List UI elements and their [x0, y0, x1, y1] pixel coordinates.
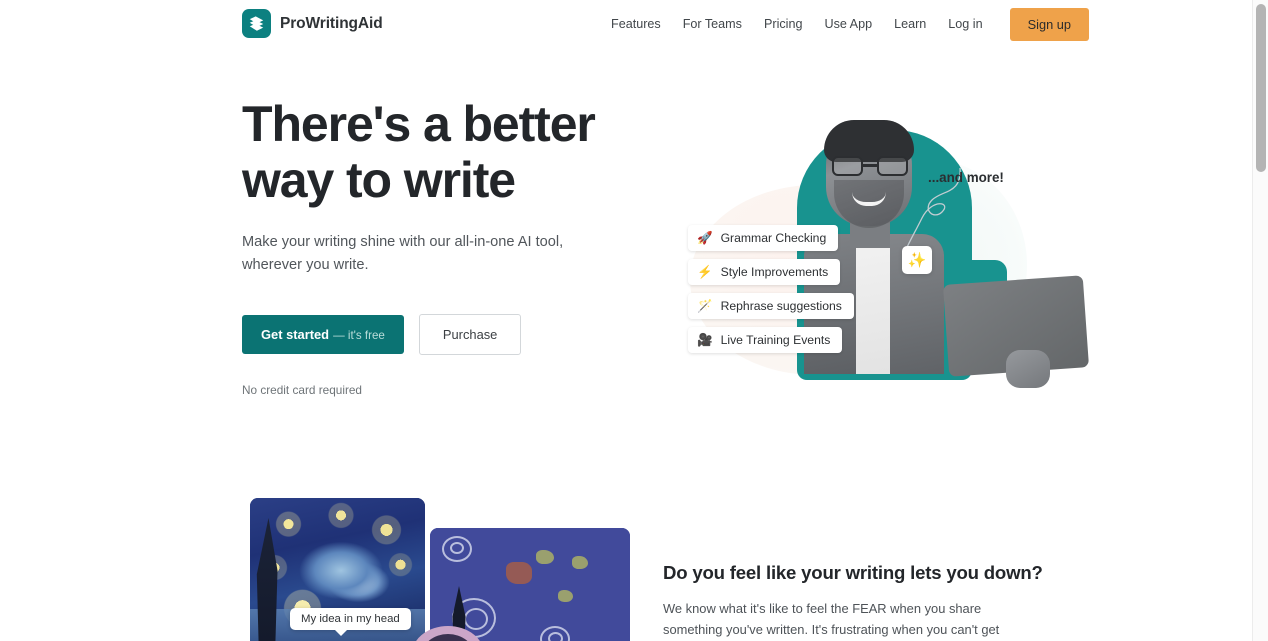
crude-painting — [430, 528, 630, 641]
main-nav: Features For Teams Pricing Use App Learn… — [600, 0, 1090, 48]
hero-title-line-2: way to write — [242, 152, 516, 208]
feature-chip-label: Grammar Checking — [720, 231, 827, 245]
idea-vs-writing-illustration: My idea in my head — [250, 498, 630, 641]
site-header: ProWritingAid Features For Teams Pricing… — [0, 0, 1252, 48]
nav-link-use-app[interactable]: Use App — [813, 11, 883, 37]
hero-section: There's a better way to write Make your … — [242, 96, 662, 397]
feature-chip: 🎥 Live Training Events — [688, 327, 843, 358]
nav-link-features[interactable]: Features — [600, 11, 672, 37]
lower-section-body: We know what it's like to feel the FEAR … — [663, 601, 1000, 637]
feature-chip-label: Rephrase suggestions — [720, 299, 842, 313]
get-started-button[interactable]: Get started — it's free — [242, 315, 404, 354]
hero-title-line-1: There's a better — [242, 96, 596, 152]
brand-name: ProWritingAid — [280, 14, 383, 32]
and-more-label: ...and more! — [928, 170, 1004, 185]
feature-chip-list: 🚀 Grammar Checking ⚡ Style Improvements … — [688, 225, 854, 358]
get-started-label: Get started — [261, 327, 330, 342]
get-started-suffix: — it's free — [333, 329, 385, 342]
feature-chip: 🪄 Rephrase suggestions — [688, 293, 854, 324]
rocket-icon: 🚀 — [697, 230, 713, 245]
scrollbar-thumb[interactable] — [1256, 4, 1266, 172]
nav-link-learn[interactable]: Learn — [883, 11, 937, 37]
feature-chip: 🚀 Grammar Checking — [688, 225, 839, 256]
lower-text-block: Do you feel like your writing lets you d… — [663, 562, 1043, 641]
magic-wand-icon: 🪄 — [697, 298, 713, 313]
lightning-bolt-icon: ⚡ — [697, 264, 713, 279]
landing-page: ProWritingAid Features For Teams Pricing… — [0, 0, 1268, 641]
hero-illustration: ...and more! ✨ 🚀 Grammar Checking ⚡ Styl… — [662, 100, 1090, 390]
nav-link-log-in[interactable]: Log in — [937, 11, 993, 37]
feature-chip-label: Live Training Events — [720, 333, 831, 347]
person-hand — [1006, 350, 1050, 388]
lower-section-title: Do you feel like your writing lets you d… — [663, 562, 1043, 583]
book-pages-icon — [242, 9, 271, 38]
hero-title: There's a better way to write — [242, 96, 662, 208]
feature-chip: ⚡ Style Improvements — [688, 259, 841, 290]
purchase-button[interactable]: Purchase — [418, 314, 522, 355]
sign-up-button[interactable]: Sign up — [1009, 7, 1090, 41]
nav-link-for-teams[interactable]: For Teams — [672, 11, 753, 37]
brand-logo-link[interactable]: ProWritingAid — [242, 9, 383, 38]
feature-chip-label: Style Improvements — [720, 265, 829, 279]
glasses-icon — [832, 156, 908, 176]
no-credit-card-note: No credit card required — [242, 383, 362, 397]
movie-camera-icon: 🎥 — [697, 332, 713, 347]
idea-in-my-head-label: My idea in my head — [290, 608, 411, 636]
hero-cta-group: Get started — it's free Purchase — [242, 314, 662, 355]
page-scrollbar[interactable] — [1252, 0, 1268, 641]
crude-painting-card — [430, 528, 630, 641]
hero-subtitle: Make your writing shine with our all-in-… — [242, 234, 564, 273]
nav-link-pricing[interactable]: Pricing — [753, 11, 814, 37]
sparkles-icon: ✨ — [902, 246, 932, 274]
crude-sun — [506, 562, 532, 584]
